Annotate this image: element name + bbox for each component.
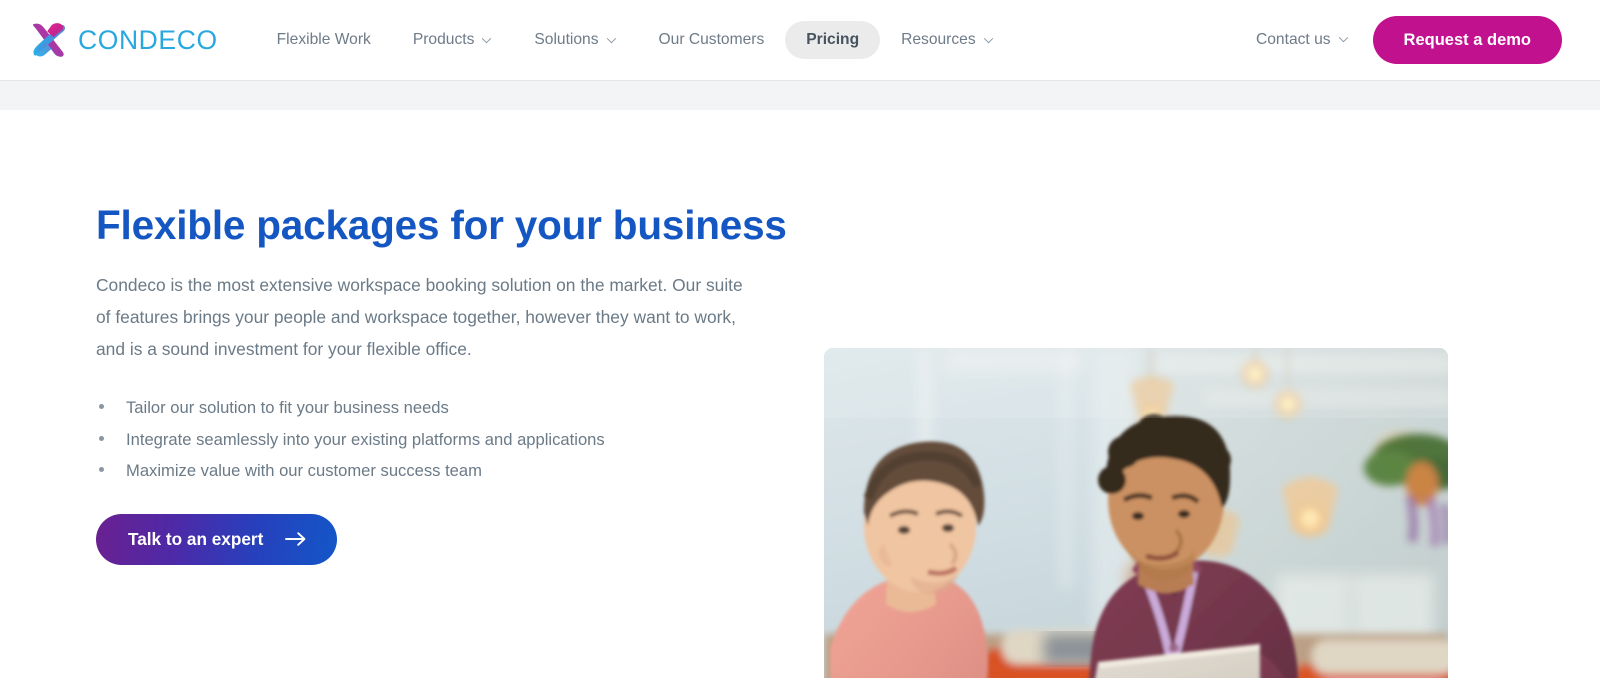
- nav-item-label: Flexible Work: [276, 31, 371, 49]
- bullet-dot-icon: [99, 435, 104, 441]
- contact-us-label: Contact us: [1256, 30, 1331, 48]
- list-item: Integrate seamlessly into your existing …: [96, 424, 764, 456]
- talk-to-an-expert-label: Talk to an expert: [128, 528, 264, 549]
- primary-navigation: Flexible Work Products Solutions Our Cus…: [256, 21, 1015, 59]
- chevron-down-icon: [606, 37, 617, 44]
- list-item: Maximize value with our customer success…: [96, 455, 764, 487]
- bullet-dot-icon: [99, 404, 104, 410]
- condeco-x-logo-icon: [28, 19, 70, 61]
- list-item-label: Maximize value with our customer success…: [126, 461, 482, 481]
- site-header: CONDECO Flexible Work Products Solutions…: [0, 0, 1600, 81]
- bullet-dot-icon: [99, 467, 104, 473]
- talk-to-an-expert-button[interactable]: Talk to an expert: [96, 513, 338, 565]
- nav-item-resources[interactable]: Resources: [880, 21, 1015, 59]
- page-title: Flexible packages for your business: [96, 202, 787, 248]
- hero-paragraph: Condeco is the most extensive workspace …: [96, 275, 743, 359]
- secondary-bar: [0, 81, 1600, 111]
- nav-item-solutions[interactable]: Solutions: [513, 21, 637, 59]
- nav-item-label: Pricing: [806, 31, 860, 49]
- hero-benefits-list: Tailor our solution to fit your business…: [96, 392, 764, 487]
- hero-section: Flexible packages for your business Cond…: [0, 111, 1600, 678]
- arrow-right-icon: [285, 531, 307, 547]
- nav-item-label: Our Customers: [658, 31, 765, 49]
- brand-logo-link[interactable]: CONDECO: [28, 19, 218, 61]
- nav-item-label: Resources: [901, 31, 976, 49]
- hero-photo: [824, 348, 1448, 678]
- nav-item-flexible-work[interactable]: Flexible Work: [256, 21, 392, 59]
- nav-item-our-customers[interactable]: Our Customers: [638, 21, 786, 59]
- nav-item-label: Solutions: [534, 31, 599, 49]
- list-item-label: Tailor our solution to fit your business…: [126, 398, 449, 418]
- brand-wordmark: CONDECO: [78, 24, 218, 55]
- nav-item-products[interactable]: Products: [392, 21, 514, 59]
- nav-item-pricing[interactable]: Pricing: [785, 21, 881, 59]
- hero-media-column: [824, 111, 1600, 678]
- chevron-down-icon: [481, 37, 492, 44]
- chevron-down-icon: [983, 37, 994, 44]
- request-a-demo-button[interactable]: Request a demo: [1372, 15, 1562, 65]
- nav-item-label: Products: [412, 31, 475, 49]
- list-item-label: Integrate seamlessly into your existing …: [126, 429, 605, 449]
- nav-item-contact-us[interactable]: Contact us: [1252, 23, 1353, 57]
- list-item: Tailor our solution to fit your business…: [96, 392, 764, 424]
- header-actions: Contact us Request a demo: [1252, 15, 1600, 65]
- hero-copy-column: Flexible packages for your business Cond…: [0, 111, 824, 565]
- chevron-down-icon: [1338, 36, 1349, 43]
